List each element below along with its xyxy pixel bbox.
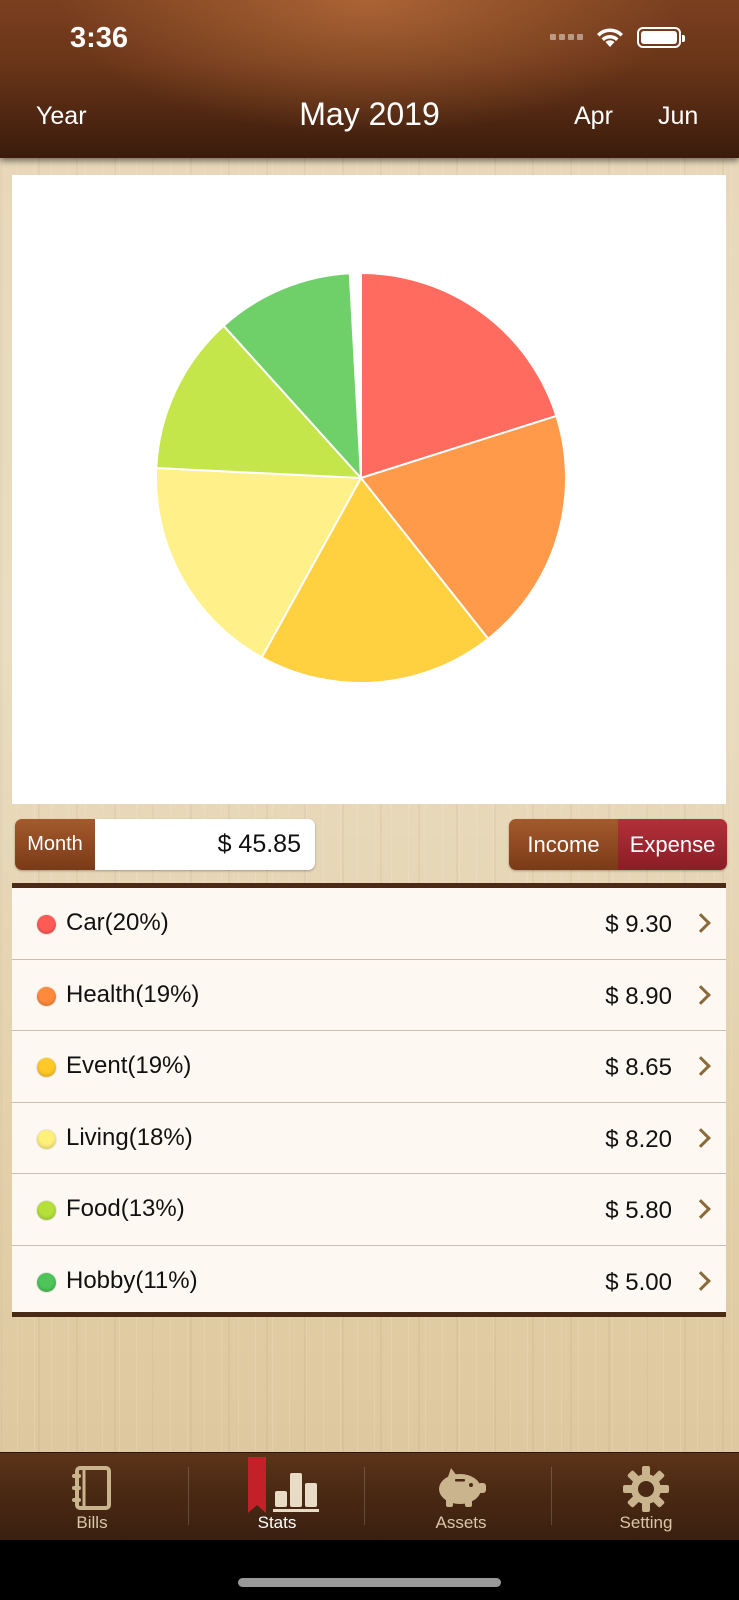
chart-panel (12, 175, 726, 804)
category-label: Event(19%) (66, 1052, 192, 1079)
status-time: 3:36 (70, 22, 129, 54)
category-color-dot (37, 915, 56, 934)
home-indicator[interactable] (238, 1578, 501, 1587)
chevron-right-icon (691, 913, 711, 933)
category-amount: $ 8.20 (605, 1125, 672, 1153)
chevron-right-icon (691, 1127, 711, 1148)
chevron-right-icon (691, 1199, 711, 1219)
category-amount: $ 8.65 (605, 1054, 672, 1081)
chevron-right-icon (691, 1056, 711, 1076)
wifi-icon (597, 28, 623, 47)
summary-row: Month $ 45.85 Income Expense (15, 819, 727, 870)
category-list: Car(20%) $ 9.30 Health(19%) $ 8.90 Event… (12, 883, 726, 1317)
category-label: Hobby(11%) (66, 1266, 198, 1294)
tab-bar: Bills Stats Assets Setting (0, 1452, 739, 1540)
tab-divider (551, 1467, 552, 1525)
category-color-dot (37, 1129, 56, 1149)
tab-label: Assets (435, 1513, 487, 1532)
tab-label: Bills (76, 1513, 108, 1532)
category-amount: $ 9.30 (605, 911, 672, 938)
category-color-dot (37, 1058, 56, 1077)
tab-label: Stats (257, 1513, 297, 1532)
pie-chart (155, 271, 567, 684)
chevron-right-icon (691, 1270, 711, 1291)
period-label[interactable]: Month (15, 819, 95, 870)
tab-divider (188, 1467, 189, 1525)
category-row-event[interactable]: Event(19%) $ 8.65 (12, 1031, 726, 1103)
category-color-dot (37, 1201, 56, 1220)
gear-icon (623, 1466, 669, 1512)
category-label: Food(13%) (66, 1195, 185, 1222)
chevron-right-icon (691, 984, 711, 1005)
next-month-button[interactable]: Jun (658, 102, 698, 131)
expense-toggle-button[interactable]: Expense (618, 819, 727, 870)
notebook-icon (72, 1466, 111, 1510)
category-label: Car(20%) (66, 909, 169, 936)
category-amount: $ 8.90 (605, 982, 672, 1010)
category-label: Living(18%) (66, 1123, 193, 1151)
month-navigation: Year May 2019 Apr Jun (0, 78, 739, 158)
category-color-dot (37, 1272, 56, 1292)
tab-setting[interactable]: Setting (571, 1453, 721, 1541)
total-amount: $ 45.85 (95, 819, 315, 870)
page-title: May 2019 (299, 96, 440, 132)
category-amount: $ 5.80 (605, 1197, 672, 1224)
category-row-living[interactable]: Living(18%) $ 8.20 (12, 1103, 726, 1174)
previous-month-button[interactable]: Apr (574, 102, 613, 131)
category-row-car[interactable]: Car(20%) $ 9.30 (12, 888, 726, 960)
category-row-food[interactable]: Food(13%) $ 5.80 (12, 1174, 726, 1246)
category-amount: $ 5.00 (605, 1268, 672, 1296)
income-expense-toggle: Income Expense (509, 819, 727, 870)
battery-icon (637, 26, 685, 48)
category-label: Health(19%) (66, 980, 200, 1008)
top-header: 3:36 Year May 2019 Apr Jun (0, 0, 739, 158)
piggy-bank-icon (439, 1468, 486, 1507)
tab-bills[interactable]: Bills (17, 1453, 167, 1541)
period-total: Month $ 45.85 (15, 819, 315, 870)
category-color-dot (37, 986, 56, 1006)
home-indicator-area (0, 1540, 739, 1600)
income-toggle-button[interactable]: Income (509, 819, 618, 870)
tab-divider (364, 1467, 365, 1525)
tab-stats[interactable]: Stats (202, 1453, 352, 1541)
category-row-health[interactable]: Health(19%) $ 8.90 (12, 960, 726, 1031)
status-icons (550, 26, 685, 48)
tab-assets[interactable]: Assets (386, 1453, 536, 1541)
bar-chart-icon (248, 1457, 319, 1513)
cellular-signal-icon (550, 34, 583, 40)
tab-label: Setting (619, 1513, 673, 1532)
category-row-hobby[interactable]: Hobby(11%) $ 5.00 (12, 1246, 726, 1318)
